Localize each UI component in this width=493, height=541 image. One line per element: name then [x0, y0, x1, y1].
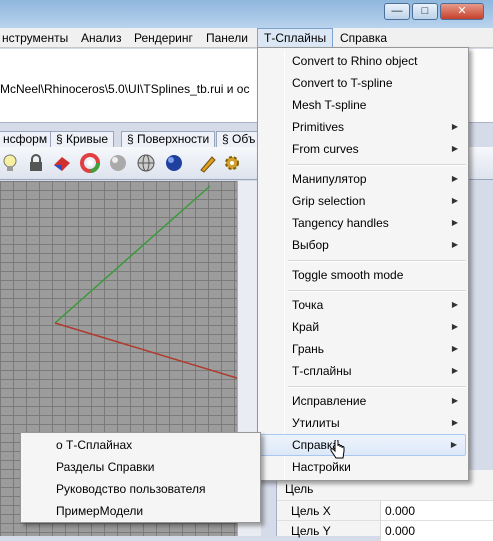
tab-objects[interactable]: § Объ: [216, 131, 262, 147]
submenu-item-about[interactable]: о Т-Сплайнах: [23, 434, 132, 456]
menu-item-label: Грань: [292, 342, 325, 356]
command-history-text: McNeel\Rhinoceros\5.0\UI\TSplines_tb.rui…: [0, 82, 250, 96]
menu-separator: [288, 290, 466, 292]
prop-row-target-y: Цель Y 0.000: [277, 520, 493, 541]
menu-item-toggle-smooth[interactable]: Toggle smooth mode: [260, 264, 466, 286]
menu-item-label: Исправление: [292, 394, 367, 408]
minimize-button[interactable]: —: [384, 3, 410, 20]
menu-item-label: Grip selection: [292, 194, 366, 208]
menu-analysis[interactable]: Анализ: [75, 28, 128, 48]
prop-row-target-x: Цель X 0.000: [277, 500, 493, 521]
tab-transform[interactable]: нсформ: [0, 131, 54, 147]
pen-icon[interactable]: [198, 153, 218, 173]
menu-item-label: Выбор: [292, 238, 329, 252]
sphere-icon[interactable]: [108, 153, 128, 173]
menu-item-tangency-handles[interactable]: Tangency handles ▶: [260, 212, 466, 234]
submenu-arrow-icon: ▶: [451, 218, 458, 227]
submenu-arrow-icon: ▶: [451, 122, 458, 131]
menu-item-label: Манипулятор: [292, 172, 367, 186]
lock-icon[interactable]: [26, 153, 46, 173]
menu-item-label: Primitives: [292, 120, 345, 134]
menu-panels[interactable]: Панели: [200, 28, 254, 48]
y-axis-line: [54, 185, 211, 324]
menu-item-edge[interactable]: Край ▶: [260, 316, 466, 338]
menu-item-selection[interactable]: Выбор ▶: [260, 234, 466, 256]
submenu-arrow-icon: ▶: [451, 240, 458, 249]
submenu-arrow-icon: ▶: [451, 196, 458, 205]
submenu-item-sample-models[interactable]: ПримерМодели: [23, 500, 143, 522]
menu-item-convert-to-rhino[interactable]: Convert to Rhino object: [260, 50, 466, 72]
menu-separator: [288, 164, 466, 166]
title-bar: — □ ✕: [0, 0, 493, 28]
submenu-arrow-icon: ▶: [451, 344, 458, 353]
hand-cursor-icon: [330, 440, 345, 459]
menu-separator: [288, 386, 466, 388]
submenu-arrow-icon: ▶: [450, 440, 457, 449]
menu-item-manipulator[interactable]: Манипулятор ▶: [260, 168, 466, 190]
submenu-arrow-icon: ▶: [451, 396, 458, 405]
menu-item-help[interactable]: Справка ▶: [260, 434, 466, 456]
menu-item-label: Mesh T-spline: [292, 98, 367, 112]
prop-label: Цель X: [291, 504, 331, 518]
menu-item-label: From curves: [292, 142, 359, 156]
tab-curves[interactable]: § Кривые: [50, 131, 115, 147]
gear-icon[interactable]: [222, 153, 242, 173]
submenu-arrow-icon: ▶: [451, 174, 458, 183]
lightbulb-icon[interactable]: [0, 153, 20, 173]
close-button[interactable]: ✕: [440, 3, 484, 20]
menu-item-label: Утилиты: [292, 416, 340, 430]
menu-separator: [288, 260, 466, 262]
color-wheel-icon[interactable]: [80, 153, 100, 173]
properties-section-title: Цель: [285, 482, 314, 496]
prop-label: Цель Y: [291, 524, 331, 538]
submenu-arrow-icon: ▶: [451, 300, 458, 309]
menu-rendering[interactable]: Рендеринг: [128, 28, 199, 48]
menu-item-mesh-tspline[interactable]: Mesh T-spline: [260, 94, 466, 116]
menu-tools[interactable]: нструменты: [0, 28, 74, 48]
menu-item-tsplines[interactable]: Т-сплайны ▶: [260, 360, 466, 382]
menu-help[interactable]: Справка: [334, 28, 393, 48]
submenu-arrow-icon: ▶: [451, 418, 458, 427]
submenu-arrow-icon: ▶: [451, 144, 458, 153]
menu-item-repair[interactable]: Исправление ▶: [260, 390, 466, 412]
menu-item-label: Convert to T-spline: [292, 76, 393, 90]
menu-bar: нструменты Анализ Рендеринг Панели Т-Спл…: [0, 28, 493, 48]
submenu-arrow-icon: ▶: [451, 322, 458, 331]
menu-item-grip-selection[interactable]: Grip selection ▶: [260, 190, 466, 212]
menu-item-from-curves[interactable]: From curves ▶: [260, 138, 466, 160]
menu-item-settings[interactable]: Настройки: [260, 456, 466, 478]
render-icon[interactable]: [52, 153, 72, 173]
menu-item-face[interactable]: Грань ▶: [260, 338, 466, 360]
menu-item-label: Настройки: [292, 460, 351, 474]
menu-item-label: Точка: [292, 298, 324, 312]
x-axis-line: [54, 322, 237, 379]
menu-item-label: Т-сплайны: [292, 364, 352, 378]
tsplines-dropdown-menu: Convert to Rhino object Convert to T-spl…: [257, 47, 469, 481]
menu-item-label: Convert to Rhino object: [292, 54, 418, 68]
target-x-field[interactable]: 0.000: [380, 501, 493, 521]
menu-item-label: Tangency handles: [292, 216, 389, 230]
menu-item-point[interactable]: Точка ▶: [260, 294, 466, 316]
menu-item-label: Toggle smooth mode: [292, 268, 404, 282]
wireframe-sphere-icon[interactable]: [136, 153, 156, 173]
maximize-button[interactable]: □: [412, 3, 438, 20]
target-y-field[interactable]: 0.000: [380, 521, 493, 541]
help-submenu: о Т-Сплайнах Разделы Справки Руководство…: [20, 432, 261, 523]
submenu-item-user-guide[interactable]: Руководство пользователя: [23, 478, 205, 500]
blue-sphere-icon[interactable]: [164, 153, 184, 173]
menu-item-label: Край: [292, 320, 320, 334]
submenu-arrow-icon: ▶: [451, 366, 458, 375]
menu-item-primitives[interactable]: Primitives ▶: [260, 116, 466, 138]
menu-item-convert-to-tspline[interactable]: Convert to T-spline: [260, 72, 466, 94]
tab-surfaces[interactable]: § Поверхности: [121, 131, 216, 147]
menu-item-utilities[interactable]: Утилиты ▶: [260, 412, 466, 434]
menu-tsplines[interactable]: Т-Сплайны: [257, 28, 334, 48]
submenu-item-help-topics[interactable]: Разделы Справки: [23, 456, 154, 478]
